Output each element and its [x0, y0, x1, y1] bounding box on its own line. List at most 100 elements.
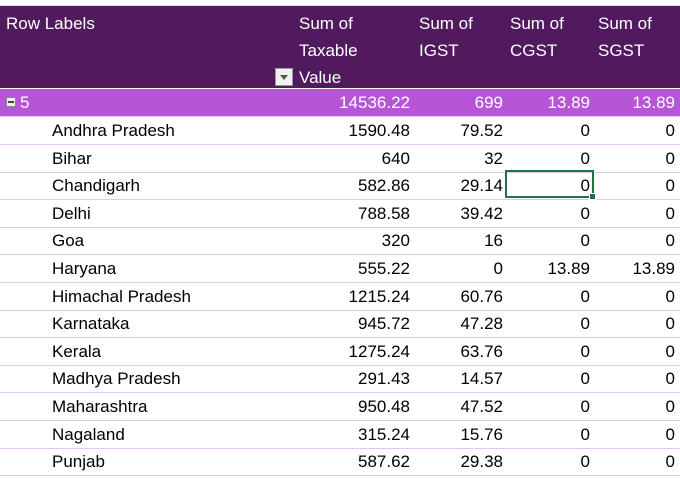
table-row[interactable]: Kerala 1275.24 63.76 0 0: [0, 338, 680, 366]
row-labels-header[interactable]: Row Labels: [6, 10, 95, 37]
cell-igst[interactable]: 60.76: [415, 283, 503, 310]
cell-sgst[interactable]: 0: [595, 145, 675, 172]
taxable-header[interactable]: Sum of Taxable Value: [299, 10, 358, 91]
table-row[interactable]: Himachal Pradesh 1215.24 60.76 0 0: [0, 283, 680, 311]
cell-igst[interactable]: 14.57: [415, 365, 503, 392]
cell-cgst[interactable]: 0: [505, 421, 590, 448]
cell-cgst[interactable]: 0: [505, 393, 590, 420]
cell-igst[interactable]: 47.28: [415, 310, 503, 337]
header-line: Taxable: [299, 41, 358, 60]
cell-cgst[interactable]: 0: [505, 448, 590, 475]
cell-taxable[interactable]: 1590.48: [295, 117, 410, 144]
cell-taxable[interactable]: 1275.24: [295, 338, 410, 365]
cell-sgst[interactable]: 0: [595, 172, 675, 199]
cell-taxable[interactable]: 587.62: [295, 448, 410, 475]
table-row[interactable]: Karnataka 945.72 47.28 0 0: [0, 310, 680, 339]
cell-sgst[interactable]: 0: [595, 310, 675, 337]
cell-cgst[interactable]: 13.89: [505, 89, 590, 116]
pivot-header: Row Labels Sum of Taxable Value Sum of I…: [0, 6, 680, 88]
cell-igst[interactable]: 15.76: [415, 421, 503, 448]
cell-sgst[interactable]: 0: [595, 338, 675, 365]
cell-state[interactable]: Himachal Pradesh: [52, 283, 191, 310]
igst-header[interactable]: Sum of IGST: [419, 10, 473, 64]
cell-state[interactable]: Karnataka: [52, 310, 130, 337]
table-row[interactable]: Madhya Pradesh 291.43 14.57 0 0: [0, 365, 680, 394]
header-line: Value: [299, 68, 342, 87]
cell-igst[interactable]: 29.14: [415, 172, 503, 199]
cell-state[interactable]: Chandigarh: [52, 172, 140, 199]
cell-sgst[interactable]: 0: [595, 365, 675, 392]
cell-taxable[interactable]: 320: [295, 227, 410, 254]
cell-igst[interactable]: 699: [415, 89, 503, 116]
header-line: Sum of: [598, 14, 652, 33]
filter-dropdown-icon[interactable]: [275, 68, 293, 86]
header-line: Sum of: [419, 14, 473, 33]
cell-sgst[interactable]: 13.89: [595, 255, 675, 282]
table-row[interactable]: Haryana 555.22 0 13.89 13.89: [0, 255, 680, 283]
cell-sgst[interactable]: 0: [595, 393, 675, 420]
cell-state[interactable]: Bihar: [52, 145, 92, 172]
cell-sgst[interactable]: 0: [595, 117, 675, 144]
group-row[interactable]: 5 14536.22 699 13.89 13.89: [0, 89, 680, 117]
cell-sgst[interactable]: 0: [595, 200, 675, 227]
cell-state[interactable]: Andhra Pradesh: [52, 117, 175, 144]
cell-cgst[interactable]: 13.89: [505, 255, 590, 282]
table-row[interactable]: Delhi 788.58 39.42 0 0: [0, 200, 680, 228]
collapse-icon[interactable]: [6, 97, 16, 107]
cell-cgst[interactable]: 0: [505, 200, 590, 227]
cell-sgst[interactable]: 0: [595, 227, 675, 254]
table-row[interactable]: Nagaland 315.24 15.76 0 0: [0, 421, 680, 449]
cell-sgst[interactable]: 0: [595, 448, 675, 475]
cell-cgst[interactable]: 0: [505, 338, 590, 365]
cell-sgst[interactable]: 0: [595, 283, 675, 310]
cell-igst[interactable]: 0: [415, 255, 503, 282]
cell-taxable[interactable]: 582.86: [295, 172, 410, 199]
cell-igst[interactable]: 16: [415, 227, 503, 254]
cell-state[interactable]: Punjab: [52, 448, 105, 475]
cell-cgst[interactable]: 0: [505, 365, 590, 392]
cell-cgst[interactable]: 0: [505, 283, 590, 310]
cell-taxable[interactable]: 1215.24: [295, 283, 410, 310]
cell-igst[interactable]: 39.42: [415, 200, 503, 227]
cell-taxable[interactable]: 315.24: [295, 421, 410, 448]
group-label: 5: [20, 93, 30, 112]
cell-igst[interactable]: 47.52: [415, 393, 503, 420]
cell-taxable[interactable]: 945.72: [295, 310, 410, 337]
table-row[interactable]: Punjab 587.62 29.38 0 0: [0, 448, 680, 477]
header-line: IGST: [419, 41, 459, 60]
cell-sgst[interactable]: 13.89: [595, 89, 675, 116]
cell-state[interactable]: Haryana: [52, 255, 116, 282]
cell-taxable[interactable]: 640: [295, 145, 410, 172]
header-line: SGST: [598, 41, 645, 60]
header-line: Sum of: [299, 14, 353, 33]
cell-state[interactable]: Delhi: [52, 200, 91, 227]
cell-state[interactable]: Nagaland: [52, 421, 125, 448]
cell-cgst[interactable]: 0: [505, 117, 590, 144]
cell-taxable[interactable]: 555.22: [295, 255, 410, 282]
cell-igst[interactable]: 32: [415, 145, 503, 172]
header-line: CGST: [510, 41, 558, 60]
cell-taxable[interactable]: 14536.22: [295, 89, 410, 116]
cell-taxable[interactable]: 291.43: [295, 365, 410, 392]
cgst-header[interactable]: Sum of CGST: [510, 10, 564, 64]
cell-cgst[interactable]: 0: [505, 145, 590, 172]
table-row[interactable]: Andhra Pradesh 1590.48 79.52 0 0: [0, 117, 680, 145]
header-line: Sum of: [510, 14, 564, 33]
cell-taxable[interactable]: 950.48: [295, 393, 410, 420]
cell-igst[interactable]: 63.76: [415, 338, 503, 365]
cell-state[interactable]: Maharashtra: [52, 393, 147, 420]
table-row[interactable]: Maharashtra 950.48 47.52 0 0: [0, 393, 680, 421]
cell-sgst[interactable]: 0: [595, 421, 675, 448]
table-row[interactable]: Bihar 640 32 0 0: [0, 145, 680, 173]
cell-state[interactable]: Goa: [52, 227, 84, 254]
table-row[interactable]: Goa 320 16 0 0: [0, 227, 680, 256]
selected-cell-outline: [505, 170, 596, 200]
cell-state[interactable]: Kerala: [52, 338, 101, 365]
cell-state[interactable]: Madhya Pradesh: [52, 365, 181, 392]
cell-cgst[interactable]: 0: [505, 310, 590, 337]
cell-igst[interactable]: 79.52: [415, 117, 503, 144]
cell-cgst[interactable]: 0: [505, 227, 590, 254]
cell-igst[interactable]: 29.38: [415, 448, 503, 475]
cell-taxable[interactable]: 788.58: [295, 200, 410, 227]
sgst-header[interactable]: Sum of SGST: [598, 10, 652, 64]
